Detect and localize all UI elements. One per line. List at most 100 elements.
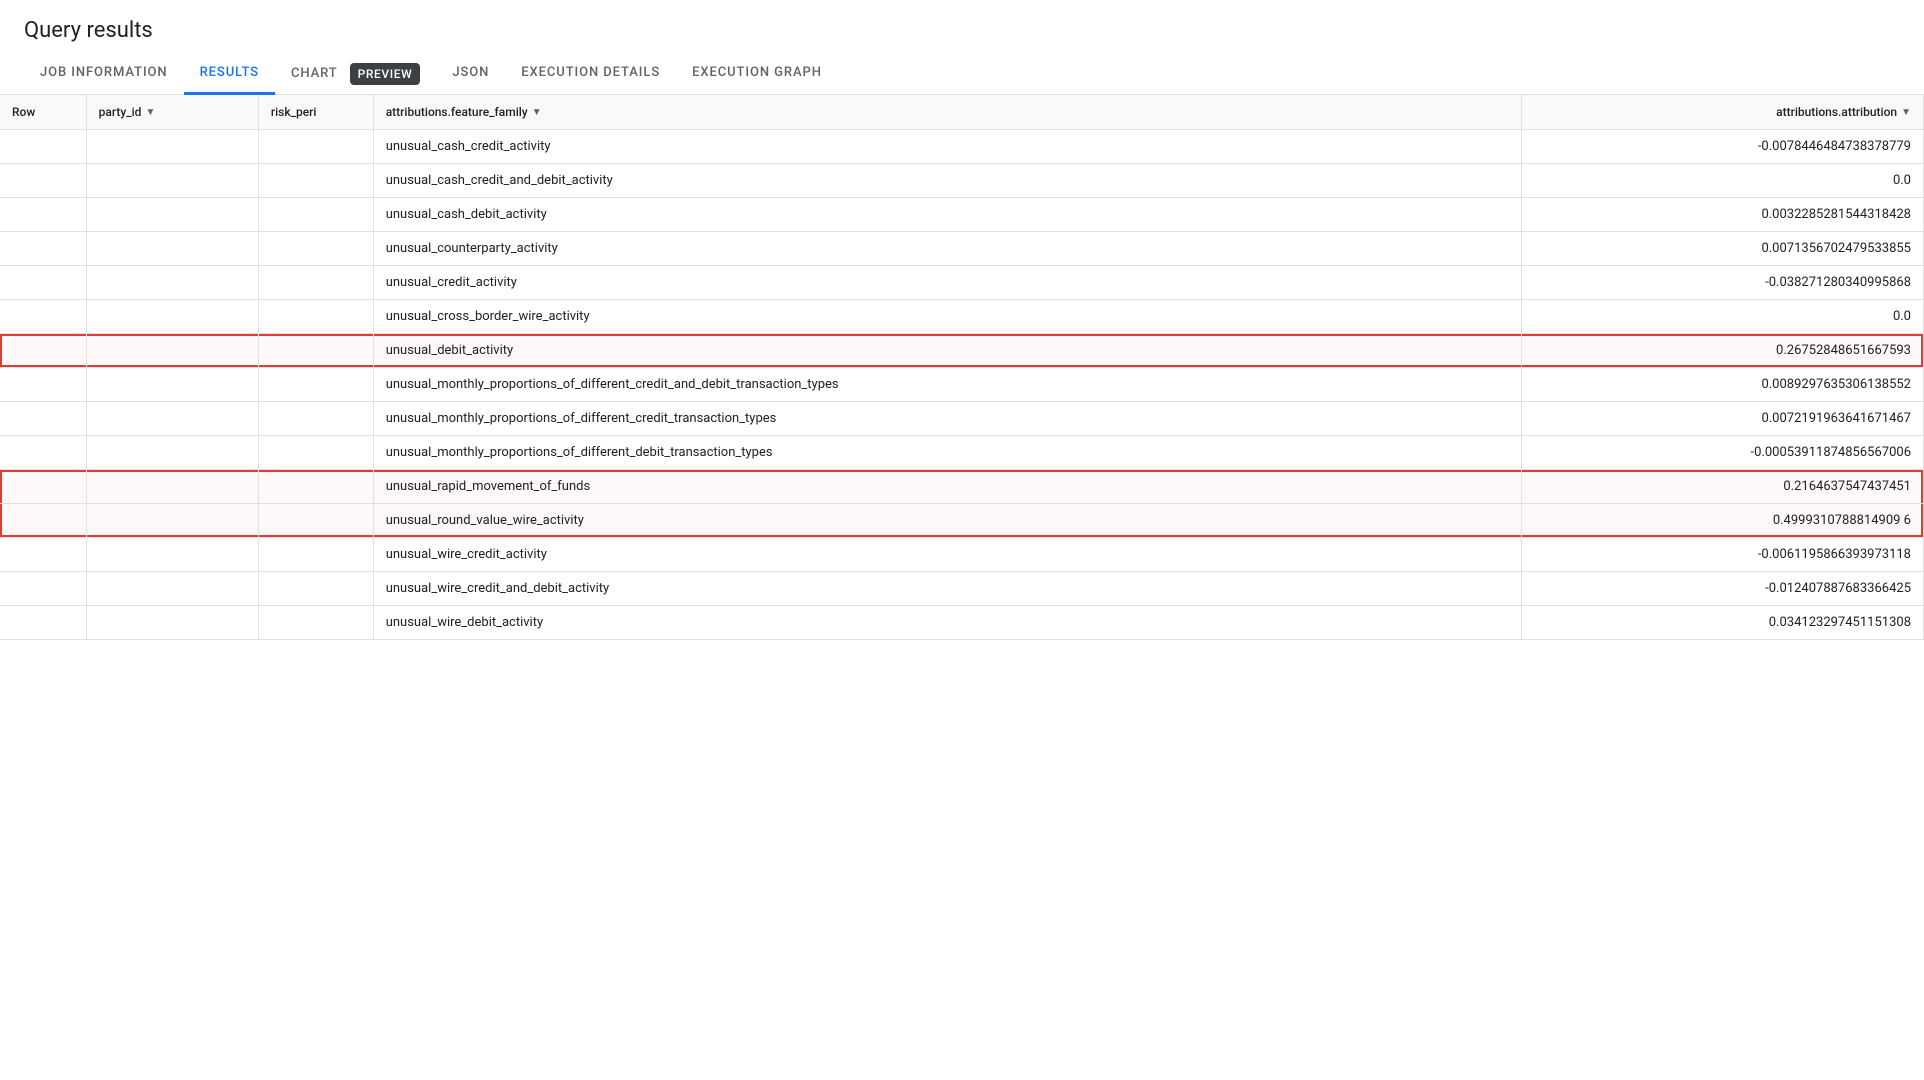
cell-row	[0, 164, 86, 198]
tab-preview-badge[interactable]: PREVIEW	[350, 63, 421, 85]
tab-job-information[interactable]: JOB INFORMATION	[24, 53, 184, 95]
cell-feature-family: unusual_monthly_proportions_of_different…	[373, 402, 1521, 436]
sort-icon-attribution[interactable]: ▼	[1901, 107, 1911, 118]
cell-feature-family: unusual_debit_activity	[373, 334, 1521, 368]
cell-feature-family: unusual_wire_credit_and_debit_activity	[373, 572, 1521, 606]
cell-feature-family: unusual_wire_debit_activity	[373, 606, 1521, 640]
col-resize-feature[interactable]	[1517, 95, 1521, 129]
cell-party-id	[86, 402, 258, 436]
cell-party-id	[86, 538, 258, 572]
cell-party-id	[86, 232, 258, 266]
table-row: unusual_rapid_movement_of_funds0.2164637…	[0, 470, 1924, 504]
sort-icon-party-id[interactable]: ▼	[145, 107, 155, 118]
cell-row	[0, 572, 86, 606]
table-row: unusual_round_value_wire_activity0.49993…	[0, 504, 1924, 538]
cell-feature-family: unusual_round_value_wire_activity	[373, 504, 1521, 538]
col-header-attribution: attributions.attribution ▼	[1522, 95, 1924, 130]
tab-execution-details[interactable]: EXECUTION DETAILS	[505, 53, 676, 95]
table-row: unusual_counterparty_activity0.007135670…	[0, 232, 1924, 266]
table-row: unusual_wire_credit_and_debit_activity-0…	[0, 572, 1924, 606]
cell-attribution: 0.034123297451151308	[1522, 606, 1924, 640]
cell-row	[0, 470, 86, 504]
cell-attribution: -0.0061195866393973118	[1522, 538, 1924, 572]
cell-feature-family: unusual_cash_credit_and_debit_activity	[373, 164, 1521, 198]
col-resize-risk[interactable]	[369, 95, 373, 129]
table-row: unusual_credit_activity-0.03827128034099…	[0, 266, 1924, 300]
cell-party-id	[86, 572, 258, 606]
cell-risk-peri	[258, 368, 373, 402]
cell-party-id	[86, 470, 258, 504]
cell-row	[0, 300, 86, 334]
tab-json[interactable]: JSON	[436, 53, 505, 95]
cell-attribution: 0.0071356702479533855	[1522, 232, 1924, 266]
cell-attribution: -0.0078446484738378779	[1522, 130, 1924, 164]
cell-risk-peri	[258, 198, 373, 232]
cell-row	[0, 334, 86, 368]
cell-attribution: 0.0089297635306138552	[1522, 368, 1924, 402]
tab-execution-graph[interactable]: EXECUTION GRAPH	[676, 53, 838, 95]
col-header-risk-peri: risk_peri	[258, 95, 373, 130]
cell-party-id	[86, 130, 258, 164]
cell-risk-peri	[258, 436, 373, 470]
cell-feature-family: unusual_credit_activity	[373, 266, 1521, 300]
col-resize-attribution[interactable]	[1919, 95, 1923, 129]
cell-row	[0, 198, 86, 232]
cell-feature-family: unusual_counterparty_activity	[373, 232, 1521, 266]
cell-row	[0, 606, 86, 640]
sort-icon-feature[interactable]: ▼	[532, 107, 542, 118]
table-row: unusual_monthly_proportions_of_different…	[0, 402, 1924, 436]
cell-party-id	[86, 606, 258, 640]
table-row: unusual_cash_debit_activity0.00322852815…	[0, 198, 1924, 232]
col-header-row: Row	[0, 95, 86, 130]
cell-row	[0, 504, 86, 538]
cell-party-id	[86, 436, 258, 470]
cell-risk-peri	[258, 538, 373, 572]
table-row: unusual_monthly_proportions_of_different…	[0, 368, 1924, 402]
cell-party-id	[86, 266, 258, 300]
col-resize-row[interactable]	[82, 95, 86, 129]
cell-party-id	[86, 198, 258, 232]
cell-attribution: 0.26752848651667593	[1522, 334, 1924, 368]
table-row: unusual_cross_border_wire_activity0.0	[0, 300, 1924, 334]
tabs-bar: JOB INFORMATION RESULTS CHART PREVIEW JS…	[0, 53, 1924, 95]
table-row: unusual_wire_credit_activity-0.006119586…	[0, 538, 1924, 572]
cell-attribution: 0.0	[1522, 164, 1924, 198]
cell-risk-peri	[258, 504, 373, 538]
cell-attribution: -0.00053911874856567006	[1522, 436, 1924, 470]
cell-attribution: 0.0072191963641671467	[1522, 402, 1924, 436]
tab-results[interactable]: RESULTS	[184, 53, 275, 95]
cell-row	[0, 232, 86, 266]
cell-risk-peri	[258, 266, 373, 300]
table-row: unusual_wire_debit_activity0.03412329745…	[0, 606, 1924, 640]
cell-risk-peri	[258, 164, 373, 198]
cell-row	[0, 538, 86, 572]
cell-row	[0, 368, 86, 402]
results-table-container: Row party_id ▼ risk_peri	[0, 95, 1924, 640]
cell-risk-peri	[258, 572, 373, 606]
col-resize-party[interactable]	[254, 95, 258, 129]
cell-row	[0, 436, 86, 470]
cell-feature-family: unusual_monthly_proportions_of_different…	[373, 436, 1521, 470]
cell-feature-family: unusual_monthly_proportions_of_different…	[373, 368, 1521, 402]
table-row: unusual_cash_credit_and_debit_activity0.…	[0, 164, 1924, 198]
page-title: Query results	[0, 0, 1924, 53]
cell-party-id	[86, 368, 258, 402]
cell-feature-family: unusual_cash_debit_activity	[373, 198, 1521, 232]
cell-risk-peri	[258, 300, 373, 334]
cell-risk-peri	[258, 232, 373, 266]
cell-feature-family: unusual_rapid_movement_of_funds	[373, 470, 1521, 504]
cell-attribution: -0.038271280340995868	[1522, 266, 1924, 300]
table-row: unusual_monthly_proportions_of_different…	[0, 436, 1924, 470]
cell-row	[0, 130, 86, 164]
tab-chart[interactable]: CHART	[275, 54, 346, 93]
table-row: unusual_debit_activity0.2675284865166759…	[0, 334, 1924, 368]
cell-feature-family: unusual_cross_border_wire_activity	[373, 300, 1521, 334]
cell-party-id	[86, 334, 258, 368]
cell-party-id	[86, 164, 258, 198]
cell-risk-peri	[258, 130, 373, 164]
results-table: Row party_id ▼ risk_peri	[0, 95, 1924, 640]
cell-risk-peri	[258, 402, 373, 436]
cell-row	[0, 266, 86, 300]
cell-attribution: 0.0032285281544318428	[1522, 198, 1924, 232]
cell-feature-family: unusual_wire_credit_activity	[373, 538, 1521, 572]
